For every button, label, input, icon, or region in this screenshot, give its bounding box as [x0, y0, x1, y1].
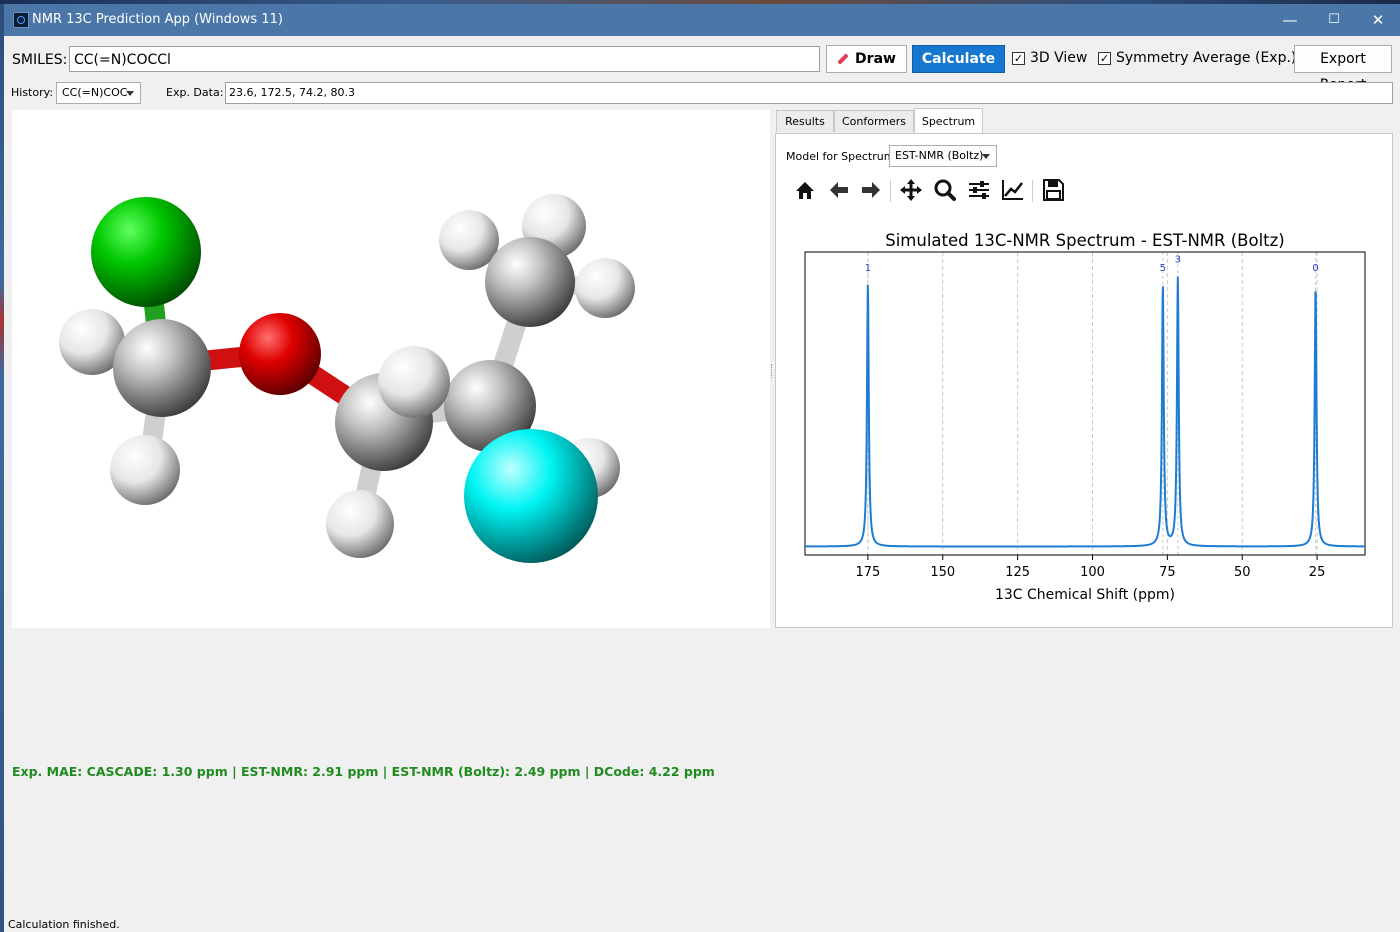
- pencil-icon: [837, 53, 849, 65]
- molecule-canvas[interactable]: [12, 110, 770, 628]
- carbon-atom: [485, 237, 575, 327]
- chart-title: Simulated 13C-NMR Spectrum - EST-NMR (Bo…: [885, 231, 1285, 250]
- calculate-button[interactable]: Calculate: [912, 45, 1005, 73]
- x-tick-label: 150: [930, 565, 955, 580]
- spectrum-panel: Model for Spectrum: EST-NMR (Boltz) Simu…: [775, 133, 1393, 628]
- forward-icon[interactable]: [858, 176, 884, 204]
- hydrogen-atom: [575, 258, 635, 318]
- 3d-view-checkbox[interactable]: ✓: [1012, 52, 1025, 65]
- zoom-icon[interactable]: [932, 176, 958, 204]
- mae-summary: Exp. MAE: CASCADE: 1.30 ppm | EST-NMR: 2…: [12, 764, 715, 779]
- tab-results[interactable]: Results: [776, 110, 834, 132]
- smiles-input[interactable]: CC(=N)COCCl: [69, 46, 820, 72]
- back-icon[interactable]: [826, 176, 852, 204]
- spectrum-chart[interactable]: Simulated 13C-NMR Spectrum - EST-NMR (Bo…: [786, 216, 1386, 616]
- configure-icon[interactable]: [966, 176, 992, 204]
- chevron-down-icon: [982, 154, 990, 159]
- maximize-button[interactable]: ☐: [1319, 10, 1349, 30]
- molecule-3d-view[interactable]: [12, 110, 770, 628]
- hydrogen-atom: [110, 435, 180, 505]
- tab-spectrum[interactable]: Spectrum: [914, 108, 983, 133]
- x-tick-label: 25: [1309, 565, 1326, 580]
- x-tick-label: 100: [1080, 565, 1105, 580]
- tab-conformers[interactable]: Conformers: [834, 110, 914, 132]
- peak-label: 3: [1175, 254, 1181, 265]
- edit-axis-icon[interactable]: [1000, 176, 1026, 204]
- chlorine-atom: [91, 197, 201, 307]
- smiles-label: SMILES:: [12, 52, 68, 68]
- splitter-handle[interactable]: [771, 364, 774, 378]
- peak-labels: 1 530: [865, 254, 1319, 274]
- peak-label: 0: [1312, 263, 1318, 274]
- x-axis-label: 13C Chemical Shift (ppm): [995, 587, 1175, 603]
- smiles-toolbar: SMILES: CC(=N)COCCl Draw Calculate ✓ 3D …: [4, 44, 1400, 93]
- spectrum-plot[interactable]: Simulated 13C-NMR Spectrum - EST-NMR (Bo…: [786, 216, 1386, 616]
- peak-label: 1: [865, 263, 871, 274]
- x-axis-ticks: 175 150 125 100 75 50 25: [855, 555, 1325, 580]
- plot-frame: [804, 251, 1366, 556]
- toolbar-separator: [890, 180, 891, 202]
- spectrum-line: [805, 276, 1365, 548]
- save-icon[interactable]: [1040, 176, 1066, 204]
- desktop-background-edge: [0, 4, 4, 932]
- history-dropdown[interactable]: CC(=N)COC: [56, 82, 141, 104]
- x-tick-label: 50: [1234, 565, 1251, 580]
- model-selected: EST-NMR (Boltz): [895, 149, 984, 162]
- peak-label: 5: [1160, 263, 1166, 274]
- x-tick-label: 175: [855, 565, 880, 580]
- hydrogen-atom: [439, 210, 499, 270]
- symmetry-average-checkbox[interactable]: ✓: [1098, 52, 1111, 65]
- home-icon[interactable]: [792, 176, 818, 204]
- pan-icon[interactable]: [898, 176, 924, 204]
- close-button[interactable]: ✕: [1363, 10, 1393, 30]
- window-titlebar[interactable]: NMR 13C Prediction App (Windows 11) — ☐ …: [4, 4, 1400, 36]
- history-label: History:: [11, 86, 54, 99]
- minimize-button[interactable]: —: [1275, 10, 1305, 30]
- exp-data-input[interactable]: 23.6, 172.5, 74.2, 80.3: [225, 82, 1393, 104]
- draw-button-label: Draw: [855, 51, 896, 67]
- nitrogen-atom: [464, 429, 598, 563]
- hydrogen-atom: [378, 346, 450, 418]
- 3d-view-label: 3D View: [1030, 50, 1088, 66]
- hydrogen-atom: [326, 490, 394, 558]
- exp-data-label: Exp. Data:: [166, 86, 224, 99]
- model-dropdown[interactable]: EST-NMR (Boltz): [889, 145, 997, 167]
- window-title: NMR 13C Prediction App (Windows 11): [32, 12, 283, 27]
- toolbar-separator: [1032, 180, 1033, 202]
- history-row: History: CC(=N)COC Exp. Data: 23.6, 172.…: [4, 80, 1400, 106]
- history-selected: CC(=N)COC: [62, 86, 128, 99]
- chevron-down-icon: [126, 91, 134, 96]
- app-icon: [13, 12, 29, 28]
- symmetry-average-label: Symmetry Average (Exp.): [1116, 50, 1297, 66]
- model-for-spectrum-label: Model for Spectrum:: [786, 150, 899, 163]
- x-tick-label: 75: [1159, 565, 1176, 580]
- chart-grid: [867, 252, 1318, 555]
- carbon-atom: [113, 319, 211, 417]
- status-bar-text: Calculation finished.: [8, 918, 120, 931]
- draw-button[interactable]: Draw: [826, 45, 907, 73]
- oxygen-atom: [239, 313, 321, 395]
- export-report-button[interactable]: Export Report: [1294, 45, 1392, 93]
- x-tick-label: 125: [1005, 565, 1030, 580]
